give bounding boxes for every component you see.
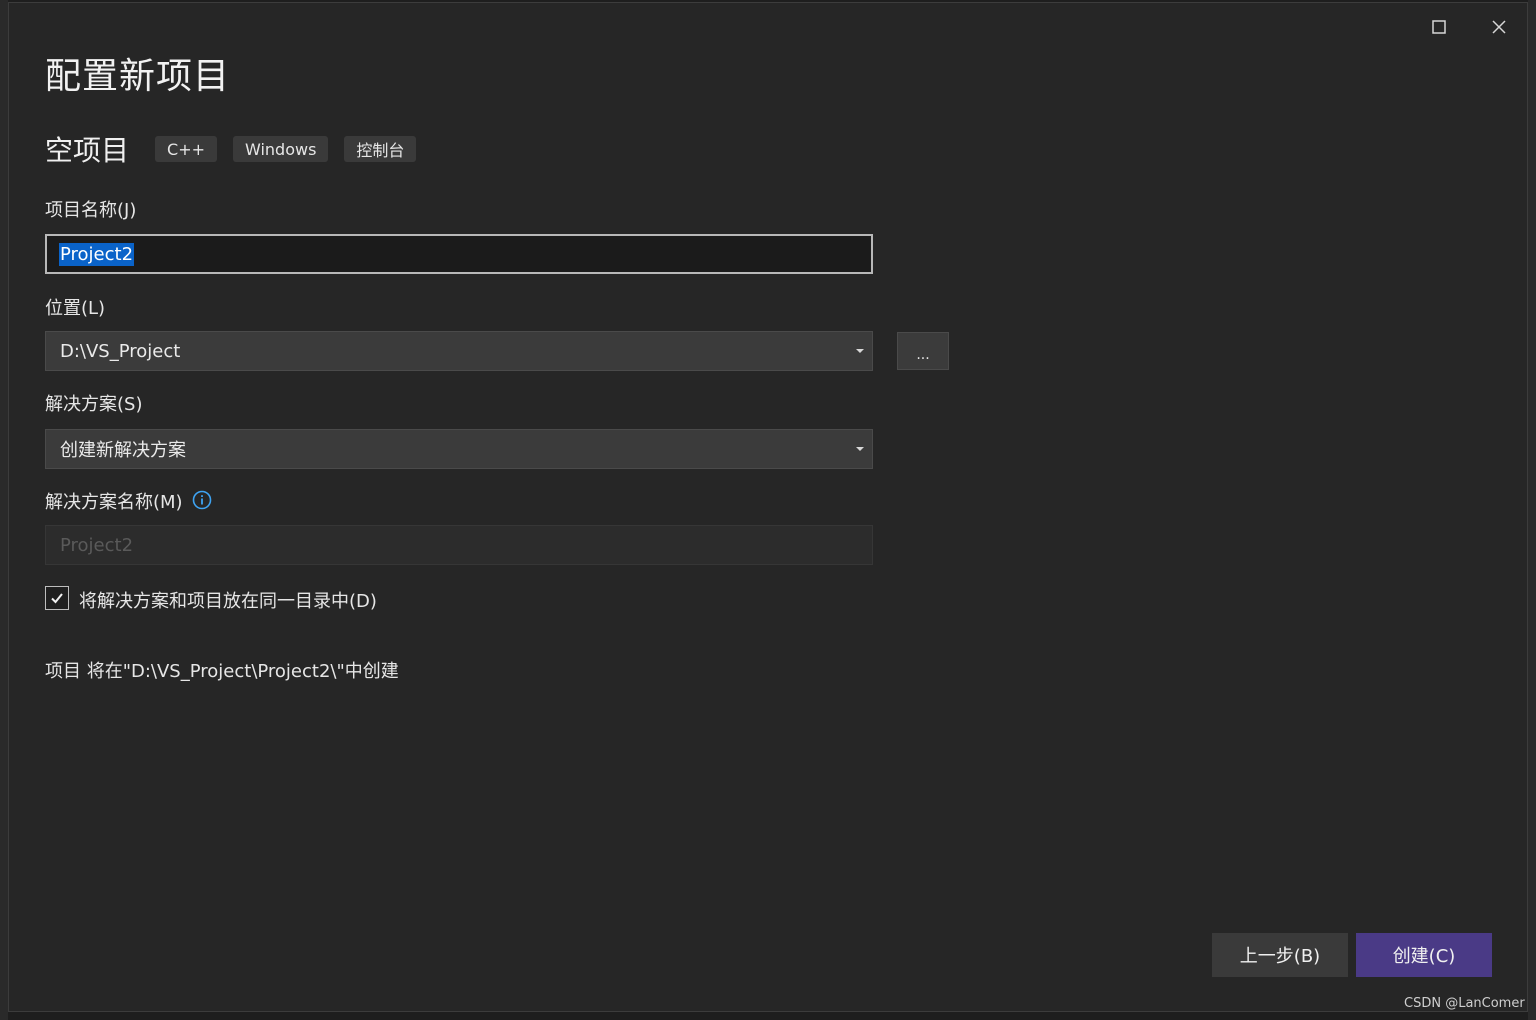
same-directory-checkbox[interactable] [45, 586, 69, 610]
background-ide-edge-left [0, 0, 8, 1020]
project-name-value: Project2 [59, 242, 135, 266]
solution-combobox[interactable]: 创建新解决方案 [45, 429, 873, 469]
same-directory-label[interactable]: 将解决方案和项目放在同一目录中(D) [79, 587, 377, 613]
check-icon [51, 593, 63, 604]
back-button[interactable]: 上一步(B) [1212, 933, 1348, 977]
solution-value: 创建新解决方案 [60, 440, 186, 461]
location-value: D:\VS_Project [60, 340, 181, 362]
close-button[interactable] [1481, 11, 1517, 43]
tag-console: 控制台 [344, 136, 417, 162]
create-button[interactable]: 创建(C) [1356, 933, 1492, 977]
project-name-input[interactable]: Project2 [45, 234, 873, 274]
template-header: 空项目 C++ Windows 控制台 [45, 129, 432, 169]
solution-name-label: 解决方案名称(M) [45, 492, 183, 513]
background-ide-edge-right [1528, 0, 1536, 1020]
info-icon[interactable] [192, 490, 212, 510]
maximize-icon [1432, 20, 1446, 34]
browse-label: ... [916, 347, 930, 363]
template-name: 空项目 [45, 134, 130, 167]
solution-name-placeholder: Project2 [60, 534, 134, 556]
solution-label: 解决方案(S) [45, 394, 143, 415]
location-combobox[interactable]: D:\VS_Project [45, 331, 873, 371]
chevron-down-icon [856, 349, 864, 353]
location-label: 位置(L) [45, 298, 106, 319]
tag-windows: Windows [233, 136, 329, 162]
solution-name-input: Project2 [45, 525, 873, 565]
chevron-down-icon [856, 447, 864, 451]
close-icon [1492, 20, 1506, 34]
configure-project-dialog: 配置新项目 空项目 C++ Windows 控制台 项目名称(J) Projec… [8, 2, 1528, 1012]
tag-cpp: C++ [155, 136, 217, 162]
page-title: 配置新项目 [45, 56, 231, 97]
browse-button[interactable]: ... [897, 332, 949, 370]
watermark: CSDN @LanComer [1404, 996, 1525, 1011]
project-name-label: 项目名称(J) [45, 200, 137, 221]
creation-path-info: 项目 将在"D:\VS_Project\Project2\"中创建 [45, 661, 399, 682]
maximize-button[interactable] [1421, 11, 1457, 43]
